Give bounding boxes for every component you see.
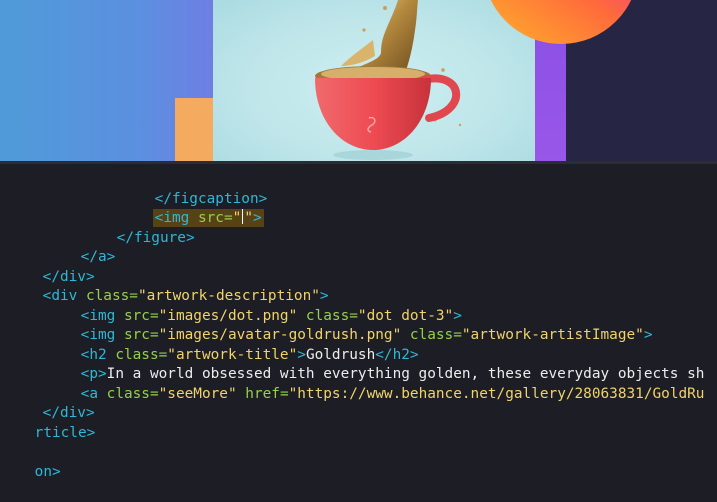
code-line[interactable]: </div> <box>8 248 95 285</box>
string-token: "https://www.behance.net/gallery/2806383… <box>288 385 705 402</box>
code-editor[interactable]: </figcaption> <img src=" "> </figure> </a… <box>0 164 717 480</box>
code-line[interactable]: <a class="seeMore" href="https://www.beh… <box>46 365 705 402</box>
code-line[interactable]: </a> <box>46 229 116 265</box>
code-line[interactable]: <img src="images/avatar-goldrush.png" cl… <box>46 307 653 343</box>
code-line[interactable]: </figcaption> <box>120 170 268 207</box>
tag-token: > <box>252 210 262 226</box>
string-token: "artwork-artistImage" <box>461 327 644 343</box>
tag-token: rticle> <box>34 424 96 441</box>
code-line[interactable]: </div> <box>8 385 95 421</box>
code-line[interactable]: on> <box>0 443 61 480</box>
code-line[interactable]: <div class="artwork-description"> <box>8 268 329 304</box>
tag-token: </figure> <box>116 229 195 246</box>
string-token: "seeMore" <box>158 385 237 402</box>
tag-token: on> <box>34 463 61 480</box>
attr-token: href= <box>236 385 289 402</box>
string-token: " " <box>232 209 253 226</box>
code-line[interactable]: </figure> <box>82 209 195 246</box>
gold-splash-cup-illustration <box>315 0 462 160</box>
design-preview <box>0 0 717 162</box>
code-line[interactable]: rticle> <box>0 404 96 441</box>
code-line[interactable]: <img src="images/dot.png" class="dot dot… <box>46 287 462 324</box>
artwork-image <box>213 0 535 162</box>
tag-token: > <box>643 327 653 343</box>
attr-token: class= <box>106 385 159 402</box>
attr-token: src= <box>197 210 233 226</box>
orange-block <box>175 98 215 162</box>
code-line[interactable]: <h2 class="artwork-title">Goldrush</h2> <box>46 326 419 363</box>
code-line[interactable]: <p>In a world obsessed with everything g… <box>46 346 705 382</box>
text-cursor <box>242 209 244 224</box>
code-line-active[interactable]: <img src=" "> <box>120 190 264 227</box>
